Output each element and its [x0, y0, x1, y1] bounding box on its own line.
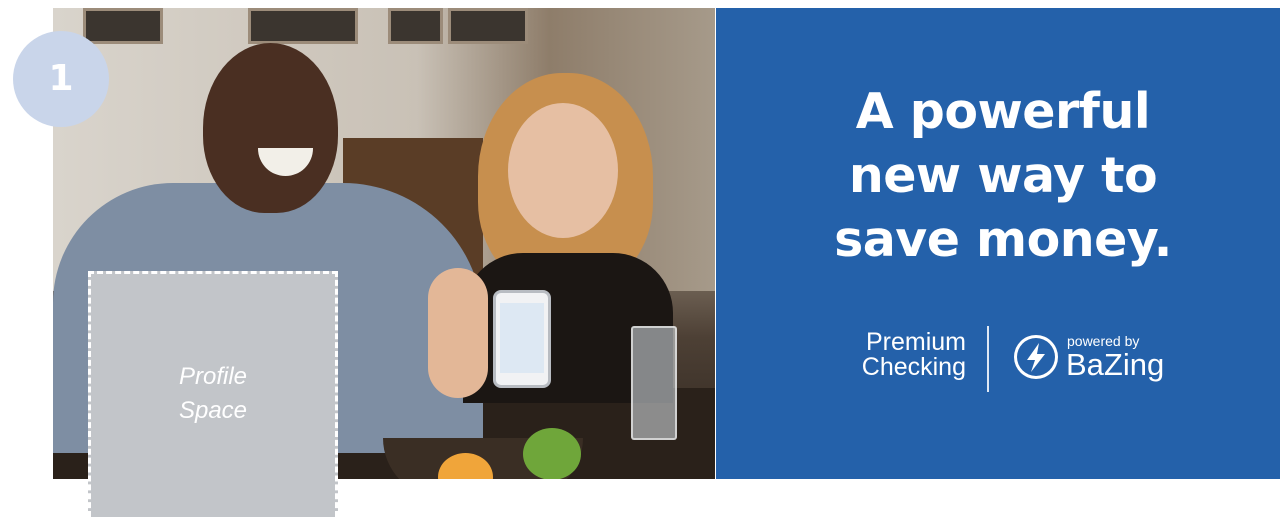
headline-line: save money. [834, 211, 1172, 268]
wall-picture-frame [448, 8, 528, 44]
hand [428, 268, 488, 398]
product-name: Premium Checking [844, 330, 966, 380]
wall-picture-frame [388, 8, 443, 44]
step-number-badge: 1 [13, 31, 109, 127]
man-head [203, 43, 338, 213]
profile-space-placeholder[interactable]: Profile Space [88, 271, 338, 517]
brand-name: BaZing [1066, 347, 1165, 382]
woman-face [508, 103, 618, 238]
smartphone [493, 290, 551, 388]
water-glass [631, 326, 677, 440]
phone-screen [500, 303, 544, 373]
product-name-line: Premium [865, 328, 966, 356]
headline: A powerful new way to save money. [756, 80, 1250, 272]
lightning-bolt-icon [1014, 335, 1058, 379]
headline-line: new way to [848, 147, 1158, 204]
wall-picture-frame [83, 8, 163, 44]
green-apple [523, 428, 581, 479]
profile-label-line: Profile [178, 363, 248, 390]
wall-picture-frame [248, 8, 358, 44]
headline-line: A powerful [855, 83, 1151, 140]
promo-panel: A powerful new way to save money. Premiu… [716, 8, 1280, 479]
brand-divider [987, 326, 989, 392]
profile-space-label: Profile Space [91, 360, 335, 428]
profile-label-line: Space [178, 397, 248, 424]
product-name-line: Checking [861, 353, 966, 381]
